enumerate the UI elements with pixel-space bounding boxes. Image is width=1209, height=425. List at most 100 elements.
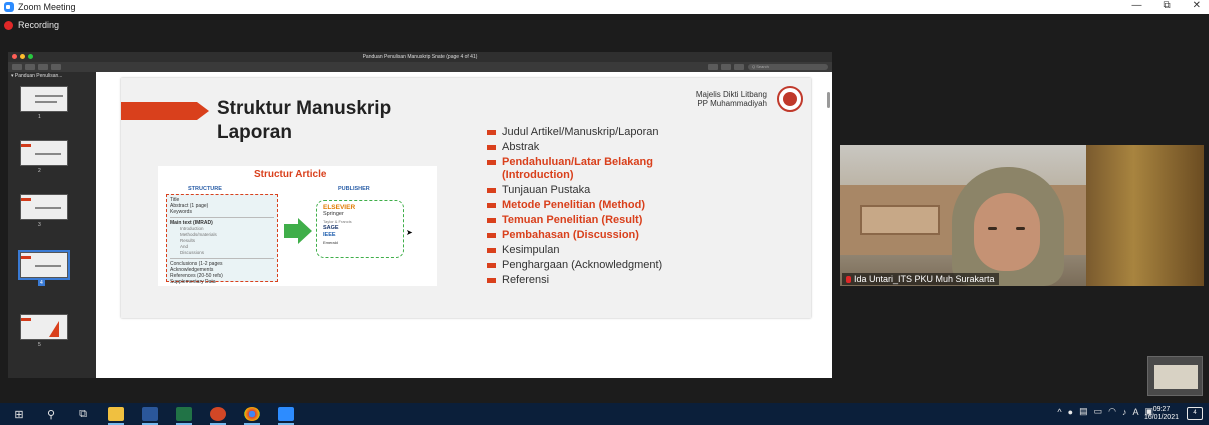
video-doorframe: [1086, 145, 1204, 286]
viewer-search-input[interactable]: Q Search: [748, 64, 828, 70]
self-view-content: [1154, 365, 1198, 389]
publisher-springer: Springer: [323, 211, 344, 217]
green-arrow-head: [298, 218, 312, 244]
thumbnail-number: 1: [38, 114, 41, 120]
clock-time: 09:27: [1152, 406, 1171, 413]
share-button[interactable]: [51, 64, 61, 70]
publisher-elsevier: ELSEVIER: [323, 204, 356, 211]
rotate-button[interactable]: [721, 64, 731, 70]
page-thumbnail[interactable]: [20, 86, 68, 112]
bullet-item: Penghargaan (Acknowledgment): [487, 259, 727, 272]
video-window: [860, 205, 940, 235]
viewer-title: Panduan Penulisan Manuskrip Snate (page …: [362, 54, 478, 60]
bullet-item: Judul Artikel/Manuskrip/Laporan: [487, 126, 727, 139]
page-thumbnail[interactable]: [20, 140, 68, 166]
sidebar-doc-name[interactable]: ▾ Panduan Penulisan...: [8, 72, 96, 80]
markup-button[interactable]: [708, 64, 718, 70]
annotate-button[interactable]: [734, 64, 744, 70]
system-tray: ^ ● ▤ ▭ ◠ ♪ A ▣: [1057, 406, 1153, 417]
close-dot-icon[interactable]: [12, 54, 17, 59]
recording-indicator[interactable]: Recording: [4, 20, 59, 30]
thumbnail-number: 5: [38, 342, 41, 348]
task-view-icon[interactable]: ⧉: [76, 407, 90, 421]
window-title: Zoom Meeting: [18, 2, 76, 12]
structure-box: Title Abstract (1 page) Keywords Main te…: [166, 194, 278, 285]
minimize-button[interactable]: —: [1131, 0, 1141, 11]
structure-diagram: Structur Article STRUCTURE PUBLISHER Tit…: [158, 166, 437, 286]
vertical-scrollbar[interactable]: [827, 92, 830, 108]
zoom-out-button[interactable]: [25, 64, 35, 70]
input-language[interactable]: A: [1132, 407, 1138, 417]
word-icon[interactable]: [142, 407, 158, 425]
participant-eye: [1016, 227, 1025, 230]
muted-mic-icon: [846, 275, 851, 283]
slide-page: Struktur Manuskrip Laporan Majelis Dikti…: [121, 78, 811, 318]
org-name: Majelis Dikti Litbang PP Muhammadiyah: [696, 90, 767, 108]
zoom-app-icon[interactable]: [278, 407, 294, 425]
window-titlebar: Zoom Meeting — ⧉ ✕: [0, 0, 1209, 14]
org-name-line2: PP Muhammadiyah: [697, 99, 767, 108]
bullet-item: Abstrak: [487, 141, 727, 154]
participant-name: Ida Untari_ITS PKU Muh Surakarta: [854, 274, 995, 284]
search-icon[interactable]: ⚲: [44, 407, 58, 421]
thumbnail-sidebar: ▾ Panduan Penulisan... 1 2 3 4 5: [8, 72, 96, 378]
green-arrow-icon: [284, 224, 298, 238]
security-icon[interactable]: ●: [1068, 407, 1073, 417]
publisher-column-header: PUBLISHER: [338, 186, 370, 192]
slide-title-line2: Laporan: [217, 122, 292, 143]
sidebar-toggle-button[interactable]: [12, 64, 22, 70]
page-thumbnail[interactable]: [20, 314, 68, 340]
shared-screen-viewer: Panduan Penulisan Manuskrip Snate (page …: [8, 52, 832, 378]
zoom-in-button[interactable]: [38, 64, 48, 70]
zoom-dot-icon[interactable]: [28, 54, 33, 59]
bullet-item: Metode Penelitian (Method): [487, 199, 727, 212]
slide-bullet-list: Judul Artikel/Manuskrip/Laporan Abstrak …: [487, 126, 727, 289]
participant-video[interactable]: Ida Untari_ITS PKU Muh Surakarta: [840, 145, 1204, 286]
structure-subitem: Discussions: [180, 250, 205, 255]
network-icon[interactable]: ▤: [1079, 406, 1088, 417]
bullet-item: Tunjauan Pustaka: [487, 184, 727, 197]
meeting-area: Recording Panduan Penulisan Manuskrip Sn…: [0, 14, 1209, 403]
participant-name-tag: Ida Untari_ITS PKU Muh Surakarta: [842, 273, 999, 285]
publisher-emerald: Emerald: [323, 240, 338, 245]
self-view-thumbnail[interactable]: [1147, 356, 1203, 396]
publisher-taylor-francis: Taylor & Francis: [323, 219, 352, 224]
recording-label: Recording: [18, 20, 60, 30]
volume-icon[interactable]: ♪: [1122, 407, 1127, 417]
minimize-dot-icon[interactable]: [20, 54, 25, 59]
bullet-item: Referensi: [487, 274, 727, 287]
viewer-titlebar: Panduan Penulisan Manuskrip Snate (page …: [8, 52, 832, 62]
chevron-up-icon[interactable]: ^: [1057, 407, 1061, 417]
pdf-page-area: Struktur Manuskrip Laporan Majelis Dikti…: [96, 72, 832, 378]
chrome-icon[interactable]: [244, 407, 260, 425]
structure-column-header: STRUCTURE: [188, 186, 222, 192]
slide-title-line1: Struktur Manuskrip: [217, 98, 392, 119]
clock-date: 16/01/2021: [1143, 414, 1179, 421]
bullet-item: Pembahasan (Discussion): [487, 229, 727, 242]
powerpoint-icon[interactable]: [210, 407, 226, 425]
restore-button[interactable]: ⧉: [1163, 0, 1170, 11]
wifi-icon[interactable]: ◠: [1108, 406, 1116, 417]
close-button[interactable]: ✕: [1193, 0, 1201, 11]
publisher-ieee: IEEE: [323, 232, 336, 238]
participant-face: [974, 193, 1040, 271]
publisher-box: ELSEVIER Springer Taylor & Francis SAGE …: [316, 200, 404, 258]
structure-item: Keywords: [170, 209, 192, 215]
notification-center-icon[interactable]: 4: [1187, 407, 1203, 420]
file-explorer-icon[interactable]: [108, 407, 124, 425]
bullet-item: Pendahuluan/Latar Belakang (Introduction…: [487, 156, 727, 182]
bullet-item: Kesimpulan: [487, 244, 727, 257]
windows-taskbar: ⊞ ⚲ ⧉ ^ ● ▤ ▭ ◠ ♪ A ▣ 09:27 16/01/2021 4: [0, 403, 1209, 425]
page-thumbnail-active[interactable]: [18, 250, 70, 280]
slide-accent-bar: [121, 102, 197, 120]
thumbnail-number: 3: [38, 222, 41, 228]
battery-icon[interactable]: ▭: [1094, 406, 1103, 417]
excel-icon[interactable]: [176, 407, 192, 425]
mouse-cursor-icon: ➤: [406, 228, 413, 237]
page-thumbnail[interactable]: [20, 194, 68, 220]
zoom-logo-icon: [4, 2, 14, 12]
structure-item: Supplementary Data: [170, 279, 216, 285]
windows-start-icon[interactable]: ⊞: [12, 407, 26, 421]
system-clock[interactable]: 09:27 16/01/2021: [1144, 406, 1179, 422]
muhammadiyah-logo-icon: [777, 86, 803, 112]
